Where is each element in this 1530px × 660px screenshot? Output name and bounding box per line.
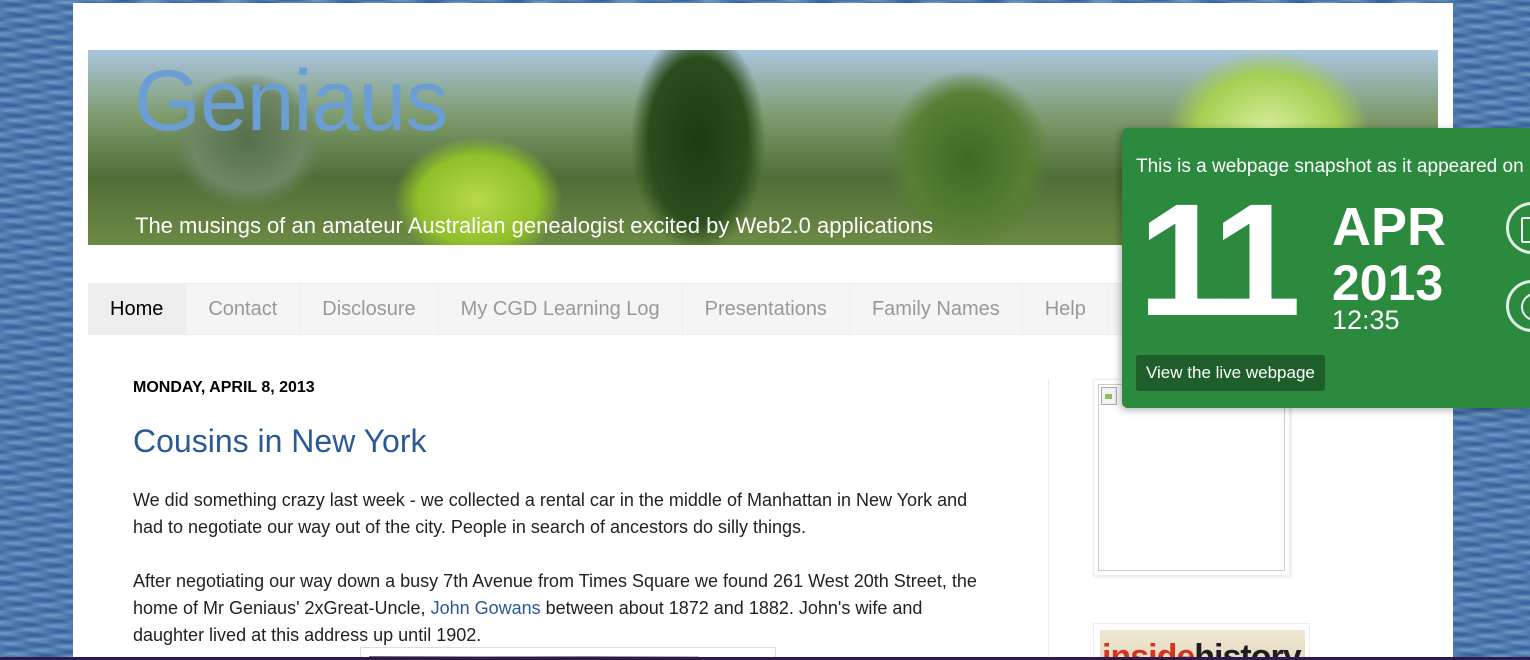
inside-history-banner: insidehistory [1100,630,1305,660]
sidebar-image-widget[interactable] [1093,379,1290,576]
blog-title[interactable]: Geniaus [134,52,448,151]
tab-home[interactable]: Home [88,284,187,334]
tab-cgd-learning-log[interactable]: My CGD Learning Log [439,284,683,334]
sidebar-image-frame [1098,384,1285,571]
snapshot-year: 2013 [1332,255,1444,311]
calendar-glyph [1521,217,1530,243]
snapshot-day: 11 [1138,170,1301,349]
clock-icon[interactable] [1506,280,1530,332]
post-body: We did something crazy last week - we co… [133,487,983,660]
tab-family-names[interactable]: Family Names [850,284,1023,334]
post-paragraph: After negotiating our way down a busy 7t… [133,568,983,649]
blog-description: The musings of an amateur Australian gen… [135,213,934,238]
inside-history-widget[interactable]: insidehistory [1093,623,1310,660]
post-date: MONDAY, APRIL 8, 2013 [133,379,315,396]
post-title[interactable]: Cousins in New York [133,423,426,460]
snapshot-time: 12:35 [1332,305,1400,335]
tab-contact[interactable]: Contact [186,284,301,334]
john-gowans-link[interactable]: John Gowans [431,598,541,618]
snapshot-month: APR [1332,197,1447,257]
snapshot-overlay: This is a webpage snapshot as it appeare… [1122,128,1530,408]
post-paragraph: We did something crazy last week - we co… [133,490,968,537]
tab-help[interactable]: Help [1023,284,1109,334]
calendar-icon[interactable] [1506,202,1530,254]
view-live-webpage-button[interactable]: View the live webpage [1136,355,1325,391]
broken-image-icon [1101,387,1117,405]
tab-disclosure[interactable]: Disclosure [300,284,439,334]
clock-glyph [1521,293,1530,321]
tab-presentations[interactable]: Presentations [683,284,850,334]
column-divider [1048,379,1049,660]
